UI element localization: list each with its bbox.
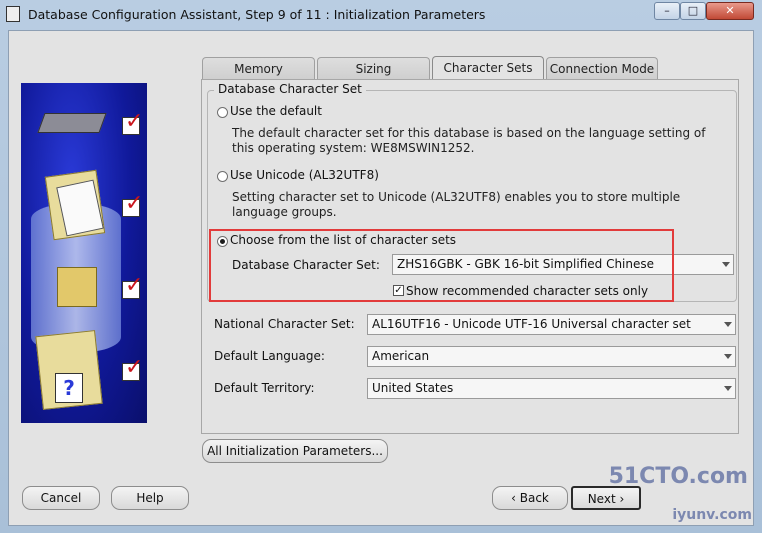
check-icon: ✓ [122,356,143,381]
app-icon [6,6,20,22]
dialog-window: Database Configuration Assistant, Step 9… [0,0,762,533]
tab-memory[interactable]: Memory [202,57,315,79]
wizard-illustration: ? ✓ ✓ ✓ ✓ [21,83,147,423]
default-territory-dropdown[interactable]: United States [367,378,736,399]
check-icon: ✓ [122,192,143,217]
chevron-left-icon: ‹ [511,491,520,505]
chevron-down-icon [724,386,732,391]
all-init-params-button[interactable]: All Initialization Parameters... [202,439,388,463]
minimize-button[interactable]: – [654,2,680,20]
highlight-box [209,229,674,302]
national-charset-label: National Character Set: [214,317,355,331]
memory-chip-icon [37,113,107,133]
chevron-down-icon [722,262,730,267]
use-unicode-label[interactable]: Use Unicode (AL32UTF8) [230,168,379,182]
default-territory-value: United States [372,381,454,395]
default-language-value: American [372,349,430,363]
charset-group-legend: Database Character Set [214,82,366,96]
chevron-down-icon [724,354,732,359]
default-language-dropdown[interactable]: American [367,346,736,367]
tab-character-sets[interactable]: Character Sets [432,56,544,80]
use-unicode-radio[interactable] [217,171,228,182]
tab-connection-mode[interactable]: Connection Mode [546,57,658,79]
check-icon: ✓ [122,110,143,135]
chevron-right-icon: › [615,492,625,506]
question-mark-icon: ? [55,373,83,403]
window-title: Database Configuration Assistant, Step 9… [28,7,486,22]
cancel-button[interactable]: Cancel [22,486,100,510]
next-button[interactable]: Next › [571,486,641,510]
shapes-icon [57,267,97,307]
tab-sizing[interactable]: Sizing [317,57,430,79]
chevron-down-icon [724,322,732,327]
use-default-label[interactable]: Use the default [230,104,322,118]
use-default-description: The default character set for this datab… [232,126,706,155]
watermark-51cto: 51CTO.com [608,464,748,489]
watermark-iyunv: iyunv.com [672,507,752,523]
maximize-button[interactable]: □ [680,2,706,20]
use-unicode-description: Setting character set to Unicode (AL32UT… [232,190,681,219]
default-language-label: Default Language: [214,349,325,363]
back-button[interactable]: ‹ Back [492,486,568,510]
next-label: Next [587,492,616,506]
close-button[interactable]: ✕ [706,2,754,20]
help-button[interactable]: Help [111,486,189,510]
back-label: Back [519,491,549,505]
national-charset-value: AL16UTF16 - Unicode UTF-16 Universal cha… [372,317,691,331]
check-icon: ✓ [122,274,143,299]
default-territory-label: Default Territory: [214,381,315,395]
national-charset-dropdown[interactable]: AL16UTF16 - Unicode UTF-16 Universal cha… [367,314,736,335]
title-bar: Database Configuration Assistant, Step 9… [0,0,762,30]
use-default-radio[interactable] [217,107,228,118]
